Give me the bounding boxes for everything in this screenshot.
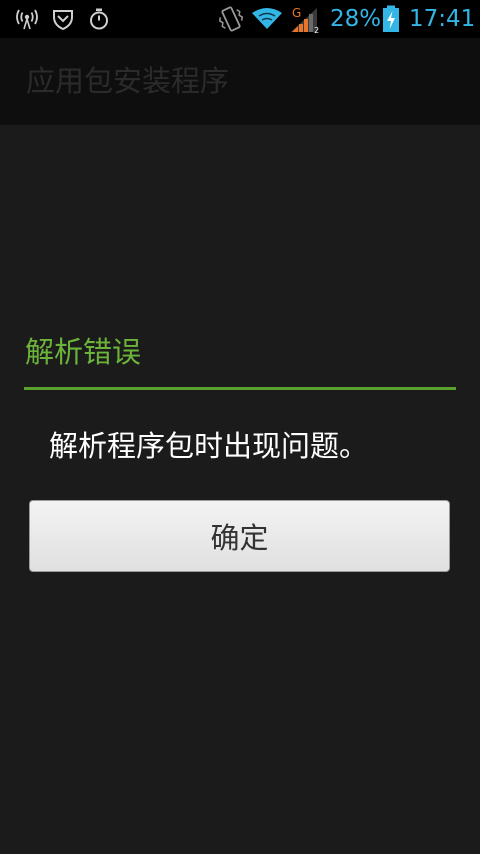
svg-text:2: 2: [314, 26, 319, 34]
dialog-title-divider: [24, 387, 456, 390]
network-type-label: G: [292, 6, 301, 20]
dialog-title: 解析错误: [25, 335, 142, 369]
dialog-message: 解析程序包时出现问题。: [49, 429, 369, 463]
wireless-hotspot-icon: [14, 0, 40, 38]
ok-button[interactable]: 确定: [29, 500, 450, 572]
ok-button-label: 确定: [210, 521, 269, 555]
stopwatch-icon: [88, 0, 110, 38]
shield-icon: [51, 0, 75, 38]
vibrate-icon: [218, 0, 244, 38]
status-bar: G 2 28% 17:41: [0, 0, 480, 38]
app-title: 应用包安装程序: [26, 64, 230, 98]
cellular-signal-icon: G 2: [290, 0, 322, 38]
battery-charging-icon: [381, 0, 401, 38]
app-bar: 应用包安装程序: [0, 38, 480, 125]
clock: 17:41: [409, 6, 476, 32]
battery-percent: 28%: [330, 6, 382, 32]
wifi-icon: [251, 0, 283, 38]
